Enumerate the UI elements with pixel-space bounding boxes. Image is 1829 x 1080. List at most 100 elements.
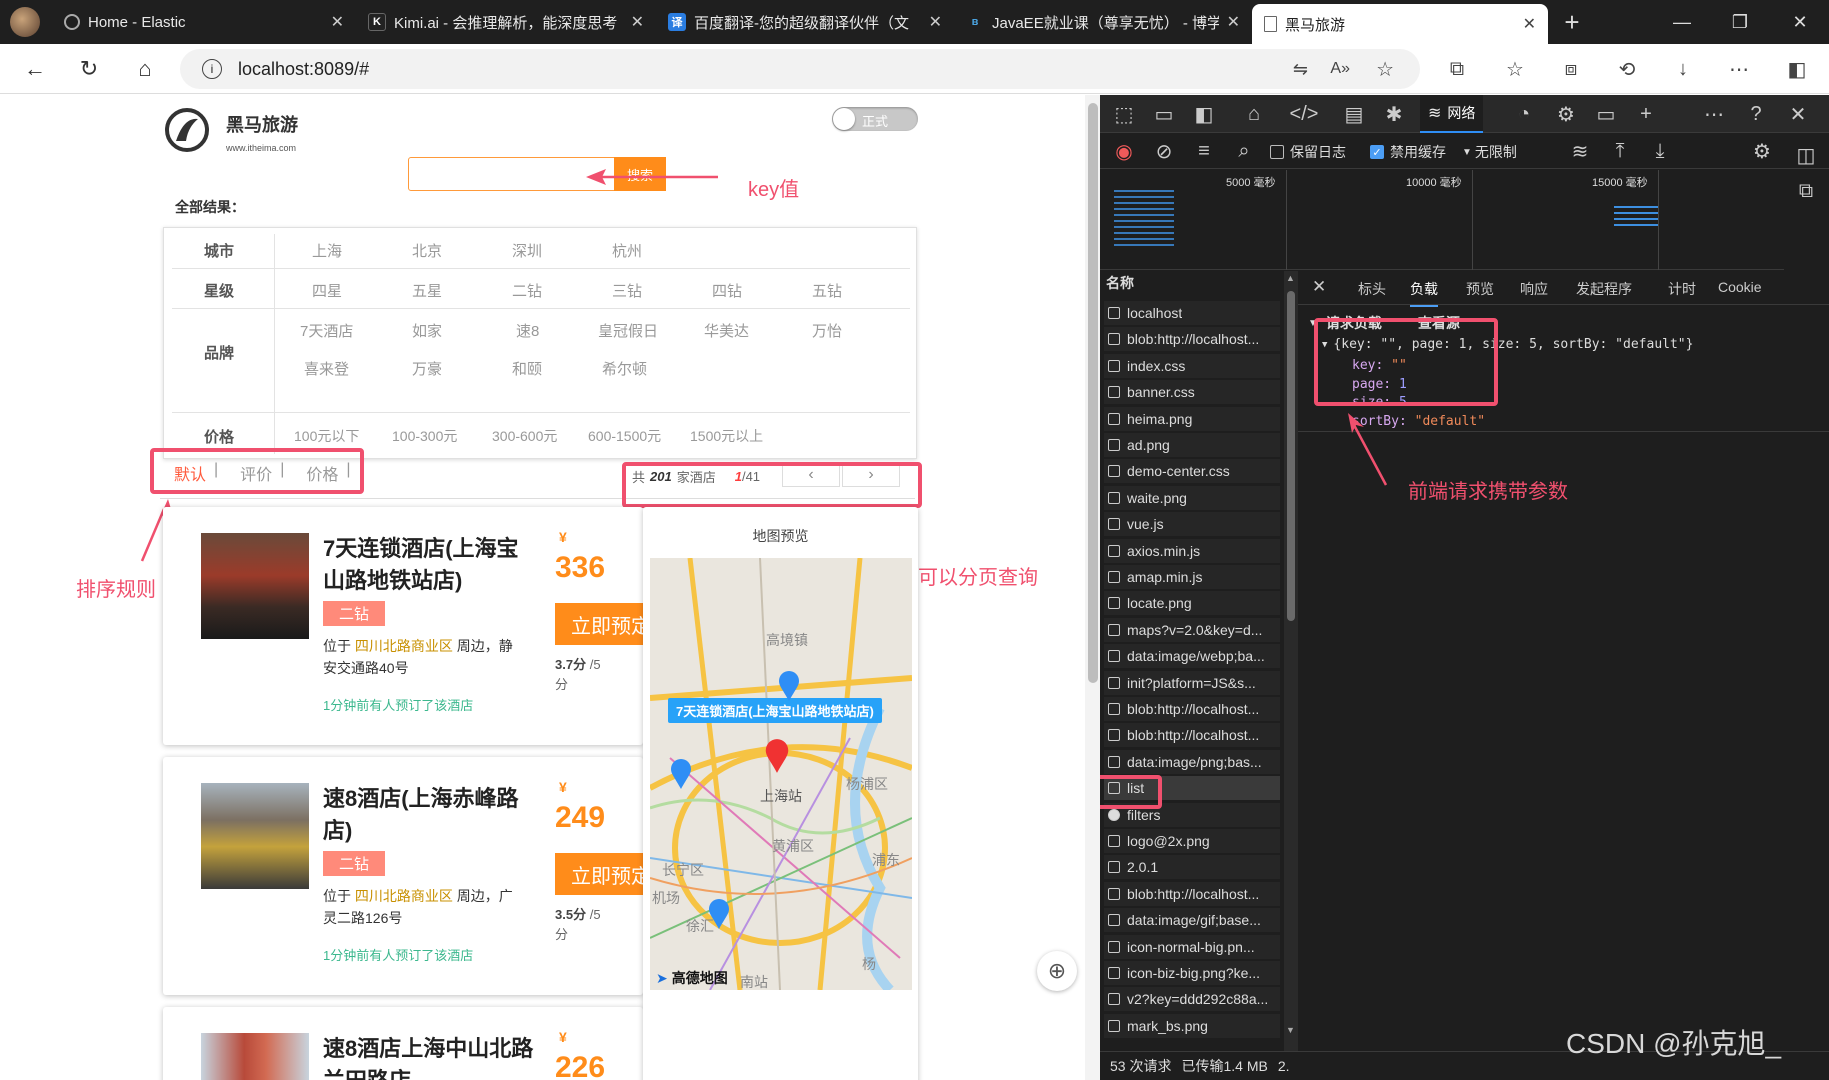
request-row[interactable]: icon-biz-big.png?ke... xyxy=(1104,961,1280,985)
hotel-card[interactable]: 速8酒店(上海赤峰路 店) 二钻 位于 四川北路商业区 周边，广 灵二路126号… xyxy=(163,757,651,995)
more-menu-icon[interactable]: ⋯ xyxy=(1726,56,1752,82)
env-toggle[interactable]: 正式 xyxy=(832,107,918,131)
back-button[interactable]: ← xyxy=(20,54,50,84)
tab-network[interactable]: ≋ 网络 xyxy=(1420,95,1484,133)
filter-star-option[interactable]: 五钻 xyxy=(812,280,842,301)
filter-city-option[interactable]: 杭州 xyxy=(612,240,642,261)
request-row[interactable]: data:image/webp;ba... xyxy=(1104,644,1280,669)
import-icon[interactable]: ⤒ xyxy=(1606,137,1634,165)
home-button[interactable]: ⌂ xyxy=(130,54,160,84)
network-settings-icon[interactable]: ⚙ xyxy=(1748,137,1776,165)
sources-icon[interactable]: ✱ xyxy=(1380,100,1408,128)
address-area-link[interactable]: 四川北路商业区 xyxy=(355,888,453,904)
address-area-link[interactable]: 四川北路商业区 xyxy=(355,638,453,654)
filter-price-option[interactable]: 600-1500元 xyxy=(588,426,661,446)
export-icon[interactable]: ⤓ xyxy=(1646,137,1674,165)
map-pin-icon[interactable] xyxy=(708,898,730,930)
request-row[interactable]: data:image/png;bas... xyxy=(1104,749,1280,774)
request-row[interactable]: amap.min.js xyxy=(1104,565,1280,589)
application-icon[interactable]: ▭ xyxy=(1592,100,1620,128)
close-window-button[interactable]: ✕ xyxy=(1772,0,1828,44)
translate-page-icon[interactable]: ⇋ xyxy=(1293,59,1308,80)
url-text[interactable]: localhost:8089/# xyxy=(238,59,369,80)
profile-avatar[interactable] xyxy=(10,7,40,37)
scrollbar-thumb[interactable] xyxy=(1287,291,1295,621)
close-icon[interactable]: ✕ xyxy=(631,12,644,32)
close-icon[interactable]: ✕ xyxy=(1227,12,1240,32)
request-row[interactable]: blob:http://localhost... xyxy=(1104,327,1280,352)
throttle-select[interactable]: ▼ 无限制 xyxy=(1462,142,1517,162)
book-button[interactable]: 立即预定 xyxy=(555,853,651,895)
request-row[interactable]: logo@2x.png xyxy=(1104,829,1280,853)
scroll-down-icon[interactable]: ▼ xyxy=(1286,1025,1295,1035)
filter-price-option[interactable]: 1500元以上 xyxy=(690,426,763,446)
filter-star-option[interactable]: 四星 xyxy=(312,280,342,301)
request-row[interactable]: maps?v=2.0&key=d... xyxy=(1104,617,1280,642)
help-icon[interactable]: ? xyxy=(1742,100,1770,128)
filter-brand-option[interactable]: 7天酒店 xyxy=(300,320,353,341)
book-button[interactable]: 立即预定 xyxy=(555,603,651,645)
filter-price-option[interactable]: 100元以下 xyxy=(294,426,359,446)
download-icon[interactable]: ↓ xyxy=(1670,56,1696,82)
tab-headers[interactable]: 标头 xyxy=(1358,279,1386,299)
filter-brand-option[interactable]: 喜来登 xyxy=(304,358,349,379)
record-icon[interactable]: ◉ xyxy=(1110,137,1138,165)
filter-star-option[interactable]: 四钻 xyxy=(712,280,742,301)
filter-brand-option[interactable]: 希尔顿 xyxy=(602,358,647,379)
elements-icon[interactable]: </> xyxy=(1290,100,1319,128)
clear-icon[interactable]: ⊘ xyxy=(1150,137,1178,165)
close-devtools-icon[interactable]: ✕ xyxy=(1784,100,1812,128)
filter-brand-option[interactable]: 如家 xyxy=(412,320,442,341)
filter-price-option[interactable]: 100-300元 xyxy=(392,426,457,446)
more-tools-icon[interactable]: ⋯ xyxy=(1700,100,1728,128)
tab-javaee[interactable]: ʙ JavaEE就业课（尊享无忧） - 博学 ✕ xyxy=(954,0,1252,44)
request-row[interactable]: v2?key=ddd292c88a... xyxy=(1104,987,1280,1012)
tab-initiator[interactable]: 发起程序 xyxy=(1576,279,1632,299)
request-row[interactable]: demo-center.css xyxy=(1104,459,1280,484)
request-row[interactable]: init?platform=JS&s... xyxy=(1104,670,1280,695)
filter-star-option[interactable]: 五星 xyxy=(412,280,442,301)
request-row[interactable]: data:image/gif;base... xyxy=(1104,908,1280,933)
request-row[interactable]: mark_bs.png xyxy=(1104,1013,1280,1038)
tab-heima-travel[interactable]: 黑马旅游 ✕ xyxy=(1252,4,1548,44)
tab-timing[interactable]: 计时 xyxy=(1668,279,1696,299)
hotel-card[interactable]: 速8酒店上海中山北路 兰田路店 ¥ 226 xyxy=(163,1007,643,1080)
welcome-icon[interactable]: ⌂ xyxy=(1240,100,1268,128)
filter-brand-option[interactable]: 皇冠假日 xyxy=(598,320,658,341)
name-column-header[interactable]: 名称 xyxy=(1106,273,1134,293)
info-icon[interactable]: i xyxy=(202,59,222,79)
filter-city-option[interactable]: 深圳 xyxy=(512,240,542,261)
request-row[interactable]: ad.png xyxy=(1104,433,1280,457)
tab-preview[interactable]: 预览 xyxy=(1466,279,1494,299)
request-row[interactable]: banner.css xyxy=(1104,380,1280,405)
new-tab-button[interactable]: + xyxy=(1556,6,1588,38)
device-icon[interactable]: ▭ xyxy=(1150,100,1178,128)
filter-brand-option[interactable]: 和颐 xyxy=(512,358,542,379)
map-pin-icon[interactable] xyxy=(670,758,692,790)
close-icon[interactable]: ✕ xyxy=(1523,14,1536,34)
request-row[interactable]: 2.0.1 xyxy=(1104,855,1280,880)
sidebar-icon[interactable]: ◧ xyxy=(1784,56,1810,82)
tab-baidu-translate[interactable]: 译 百度翻译-您的超级翻译伙伴（文 ✕ xyxy=(656,0,954,44)
filter-brand-option[interactable]: 万豪 xyxy=(412,358,442,379)
extensions-icon[interactable]: ⧉ xyxy=(1444,56,1470,82)
request-row[interactable]: locate.png xyxy=(1104,591,1280,616)
collections-icon[interactable]: ⧈ xyxy=(1558,56,1584,82)
map-view[interactable]: 7天连锁酒店(上海宝山路地铁站店) 高境镇 上海站 杨浦区 黄浦区 长宁区 浦东… xyxy=(650,558,912,990)
tab-payload[interactable]: 负载 xyxy=(1410,279,1438,307)
scrollbar-thumb[interactable] xyxy=(1088,103,1098,683)
filter-city-option[interactable]: 北京 xyxy=(412,240,442,261)
favorites-icon[interactable]: ☆ xyxy=(1502,56,1528,82)
disable-cache-checkbox[interactable]: ✓ 禁用缓存 xyxy=(1370,142,1446,162)
filter-brand-option[interactable]: 万怡 xyxy=(812,320,842,341)
network-conditions-icon[interactable]: ≋ xyxy=(1566,137,1594,165)
performance-icon[interactable]: ◔ xyxy=(1510,100,1538,128)
settings-gear-icon[interactable]: ⚙ xyxy=(1552,100,1580,128)
filter-brand-option[interactable]: 华美达 xyxy=(704,320,749,341)
request-row[interactable]: index.css xyxy=(1104,353,1280,378)
map-pin-selected-icon[interactable] xyxy=(764,738,790,774)
copy-icon[interactable]: ⧉ xyxy=(1792,177,1820,205)
request-row[interactable]: vue.js xyxy=(1104,512,1280,537)
scroll-up-icon[interactable]: ▲ xyxy=(1286,273,1295,283)
request-row[interactable]: blob:http://localhost... xyxy=(1104,881,1280,906)
